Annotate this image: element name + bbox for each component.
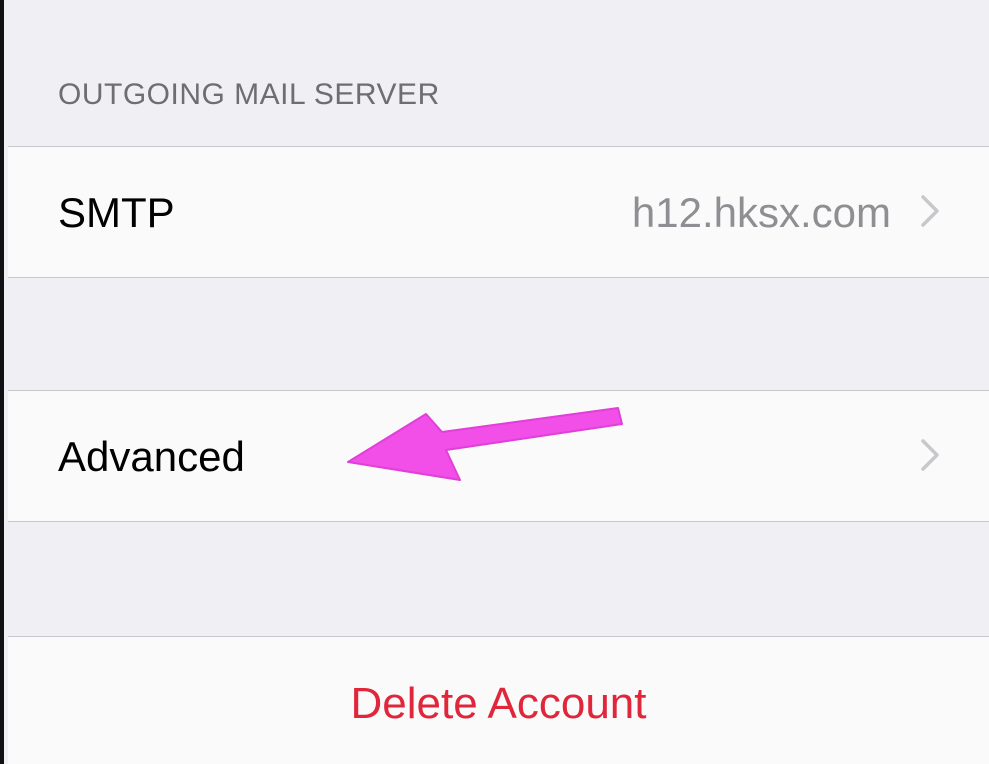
smtp-server-value: h12.hksx.com <box>631 189 891 236</box>
settings-screen: OUTGOING MAIL SERVER SMTP h12.hksx.com A… <box>8 0 989 764</box>
arrow-annotation <box>347 407 623 481</box>
screen-edge <box>0 0 4 764</box>
chevron-right-icon <box>921 195 939 227</box>
delete-account-cell[interactable]: Delete Account <box>8 636 989 764</box>
advanced-label: Advanced <box>58 433 245 480</box>
chevron-right-icon <box>921 439 939 471</box>
delete-account-button[interactable]: Delete Account <box>8 679 989 729</box>
section-header-outgoing-mail-server: OUTGOING MAIL SERVER <box>58 78 440 111</box>
smtp-label: SMTP <box>58 189 175 236</box>
smtp-cell[interactable]: SMTP h12.hksx.com <box>8 146 989 278</box>
